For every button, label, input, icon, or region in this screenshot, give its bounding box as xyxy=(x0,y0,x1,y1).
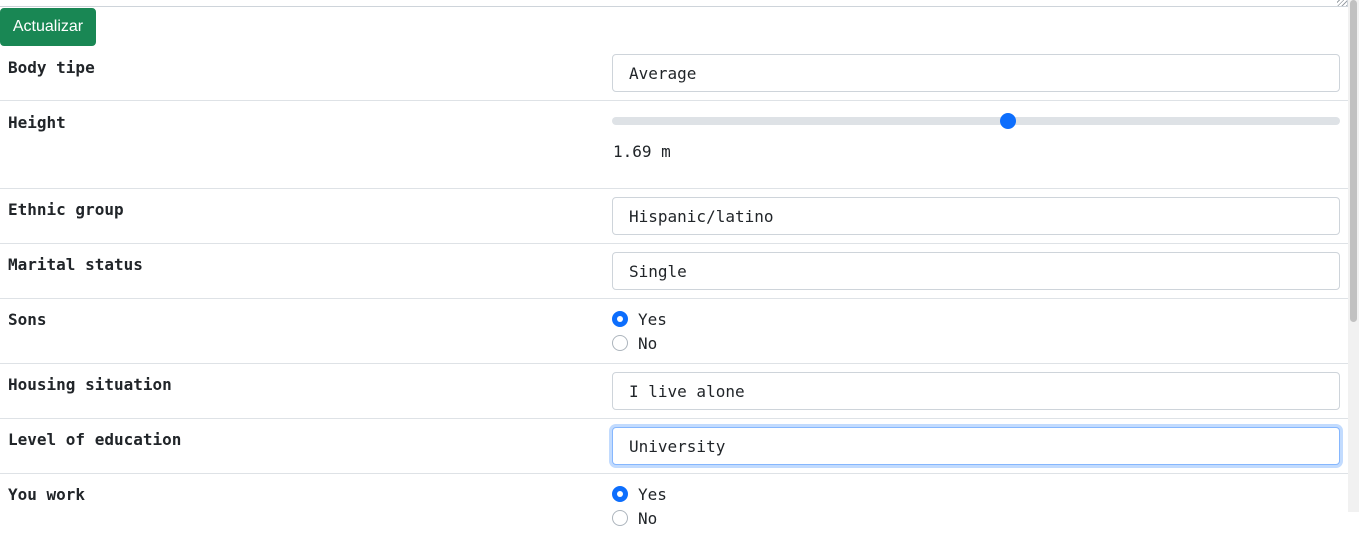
form-row-education: Level of education xyxy=(0,419,1348,474)
resize-grip-icon[interactable] xyxy=(1337,0,1347,6)
height-value: 1.69 m xyxy=(613,142,671,161)
form-row-marital-status: Marital status xyxy=(0,244,1348,299)
height-slider-thumb[interactable] xyxy=(1000,113,1017,129)
sons-yes-label: Yes xyxy=(638,309,667,329)
education-field[interactable] xyxy=(612,427,1340,465)
page-scrollbar[interactable] xyxy=(1348,0,1359,512)
form-row-body-type: Body tipe xyxy=(0,46,1348,101)
sons-no-radio[interactable] xyxy=(612,335,628,351)
form-row-sons: Sons Yes No xyxy=(0,299,1348,364)
work-option-yes[interactable]: Yes xyxy=(612,484,667,504)
form-row-work: You work Yes No xyxy=(0,474,1348,534)
work-no-radio[interactable] xyxy=(612,510,628,526)
textarea-bottom-edge[interactable] xyxy=(0,0,1348,7)
height-label: Height xyxy=(8,113,66,132)
ethnic-group-field[interactable] xyxy=(612,197,1340,235)
body-type-label: Body tipe xyxy=(8,58,95,77)
work-yes-radio[interactable] xyxy=(612,486,628,502)
sons-option-yes[interactable]: Yes xyxy=(612,309,667,329)
form-row-height: Height 1.69 m xyxy=(0,101,1348,189)
sons-option-no[interactable]: No xyxy=(612,333,657,353)
form-row-housing: Housing situation xyxy=(0,364,1348,419)
form-row-ethnic-group: Ethnic group xyxy=(0,189,1348,244)
education-label: Level of education xyxy=(8,430,182,449)
work-no-label: No xyxy=(638,508,658,528)
work-label: You work xyxy=(8,485,86,504)
sons-label: Sons xyxy=(8,310,47,329)
work-yes-label: Yes xyxy=(638,484,667,504)
sons-no-label: No xyxy=(638,333,658,353)
housing-label: Housing situation xyxy=(8,375,172,394)
height-slider[interactable] xyxy=(612,113,1340,129)
sons-yes-radio[interactable] xyxy=(612,311,628,327)
scrollbar-thumb[interactable] xyxy=(1350,0,1357,322)
marital-status-label: Marital status xyxy=(8,255,143,274)
marital-status-field[interactable] xyxy=(612,252,1340,290)
update-button[interactable]: Actualizar xyxy=(0,8,96,46)
housing-field[interactable] xyxy=(612,372,1340,410)
ethnic-group-label: Ethnic group xyxy=(8,200,124,219)
work-option-no[interactable]: No xyxy=(612,508,657,528)
body-type-field[interactable] xyxy=(612,54,1340,92)
